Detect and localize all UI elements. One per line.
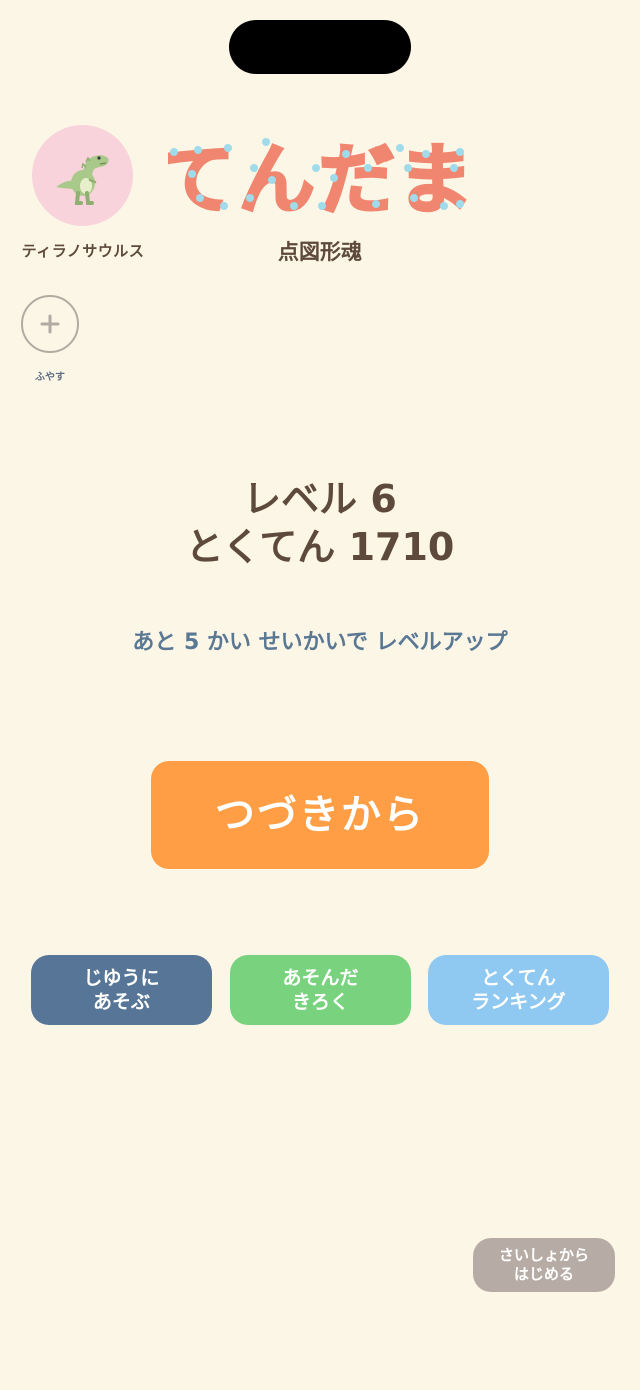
level-text: レベル 6 (243, 477, 397, 521)
play-record-label-line1: あそんだ (282, 967, 359, 989)
free-play-label-line2: あそぶ (92, 991, 150, 1013)
restart-label-line1: さいしょから (498, 1246, 589, 1264)
free-play-button[interactable]: じゆうに あそぶ (31, 955, 212, 1025)
add-profile-button[interactable] (21, 295, 79, 353)
profile-avatar[interactable] (32, 125, 133, 226)
restart-button[interactable]: さいしょから はじめる (473, 1238, 615, 1292)
score-text: とくてん 1710 (185, 525, 455, 569)
free-play-label-line1: じゆうに (83, 967, 160, 989)
t-rex-icon (56, 155, 109, 205)
logo-title: てんだま (168, 135, 468, 223)
continue-button[interactable]: つづきから (151, 761, 489, 869)
score-ranking-label-line2: ランキング (471, 991, 566, 1013)
score-ranking-label-line1: とくてん (481, 967, 556, 989)
camera-notch (229, 20, 411, 74)
plus-icon (40, 314, 60, 334)
play-record-label-line2: きろく (291, 991, 349, 1013)
app-logo: てんだま (168, 134, 468, 224)
score-ranking-button[interactable]: とくてん ランキング (428, 955, 609, 1025)
add-profile-label: ふやす (35, 372, 65, 383)
profile-name: ティラノサウルス (21, 242, 145, 260)
restart-label-line2: はじめる (513, 1265, 574, 1283)
logo-subtitle: 点図形魂 (278, 240, 362, 264)
play-record-button[interactable]: あそんだ きろく (230, 955, 411, 1025)
level-up-progress-text: あと 5 かい せいかいで レベルアップ (132, 630, 508, 655)
